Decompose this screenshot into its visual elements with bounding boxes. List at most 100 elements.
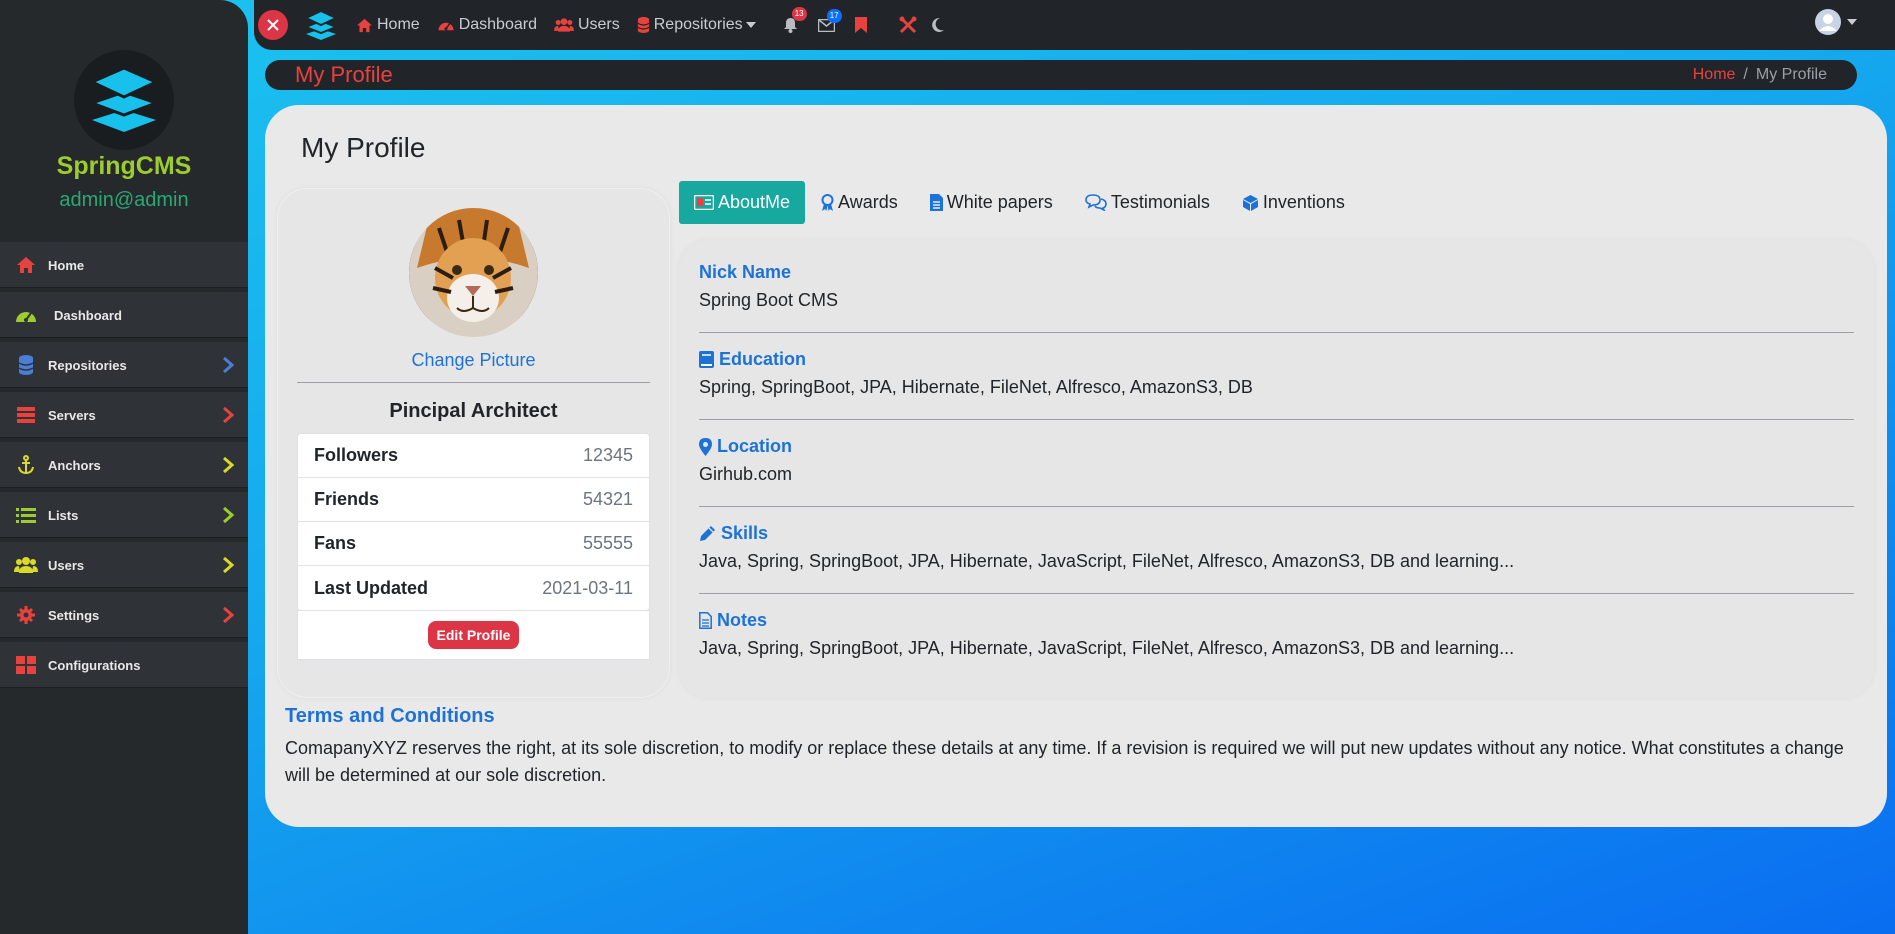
tab-label: Awards	[838, 192, 898, 212]
breadcrumb-home-link[interactable]: Home	[1693, 66, 1736, 83]
sidebar-item-users[interactable]: Users	[0, 542, 248, 588]
sidebar-item-label: Repositories	[48, 357, 127, 373]
tools-icon	[899, 16, 917, 34]
sidebar-item-dashboard[interactable]: Dashboard	[0, 292, 248, 338]
sidebar-item-label: Users	[48, 557, 85, 573]
stat-value: 54321	[582, 489, 633, 509]
logo-icon[interactable]	[74, 50, 174, 150]
stat-row-followers: Followers 12345	[298, 434, 649, 478]
stat-row-friends: Friends 54321	[298, 478, 649, 522]
sidebar-item-label: Home	[48, 257, 85, 273]
close-icon	[267, 19, 279, 31]
database-icon	[637, 17, 650, 33]
divider	[699, 593, 1854, 594]
profile-stats-list: Followers 12345 Friends 54321 Fans 55555…	[297, 433, 650, 611]
messages-button[interactable]: 17	[817, 8, 842, 32]
edit-profile-button[interactable]: Edit Profile	[427, 621, 520, 649]
tab-awards[interactable]: Awards	[805, 181, 914, 224]
sidebar-item-anchors[interactable]: Anchors	[0, 442, 248, 488]
field-label: Location	[699, 436, 1854, 457]
stat-label: Friends	[314, 489, 380, 509]
tab-inventions[interactable]: Inventions	[1226, 181, 1361, 224]
cube-icon	[1242, 194, 1258, 211]
caret-down-icon	[745, 22, 756, 28]
messages-badge: 17	[826, 8, 842, 23]
chevron-right-icon	[223, 506, 234, 524]
tab-label: AboutMe	[718, 192, 791, 212]
chevron-right-icon	[223, 406, 234, 424]
sidebar-item-lists[interactable]: Lists	[0, 492, 248, 538]
field-notes: Notes Java, Spring, SpringBoot, JPA, Hib…	[699, 610, 1854, 659]
field-label-text: Location	[717, 436, 792, 456]
tab-white-papers[interactable]: White papers	[914, 181, 1069, 224]
nav-repositories-label: Repositories	[653, 16, 743, 33]
edit-profile-container: Edit Profile	[297, 610, 650, 660]
sidebar-item-servers[interactable]: Servers	[0, 392, 248, 438]
field-label: Notes	[699, 610, 1854, 631]
terms-title: Terms and Conditions	[285, 705, 495, 727]
tab-aboutme[interactable]: AboutMe	[679, 181, 806, 224]
notifications-button[interactable]: 13	[783, 7, 807, 33]
brand: SpringCMS admin@admin	[0, 0, 248, 242]
id-card-icon	[694, 195, 714, 210]
notifications-badge: 13	[791, 7, 807, 21]
sidebar-item-repositories[interactable]: Repositories	[0, 342, 248, 388]
stat-value: 55555	[582, 533, 633, 553]
breadcrumb-separator: /	[1743, 66, 1748, 83]
chevron-right-icon	[223, 356, 234, 374]
field-value: Spring, SpringBoot, JPA, Hibernate, File…	[699, 377, 1253, 397]
file-icon	[929, 194, 943, 211]
divider	[699, 419, 1854, 420]
nav-home-link[interactable]: Home	[356, 16, 420, 34]
stat-row-last-updated: Last Updated 2021-03-11	[298, 566, 649, 610]
stat-value: 2021-03-11	[542, 577, 633, 598]
field-label-text: Education	[719, 349, 807, 369]
field-nick-name: Nick Name Spring Boot CMS	[699, 262, 1854, 333]
stat-label: Last Updated	[314, 577, 429, 598]
tab-testimonials[interactable]: Testimonials	[1069, 181, 1226, 224]
field-skills: Skills Java, Spring, SpringBoot, JPA, Hi…	[699, 523, 1854, 594]
sidebar-item-home[interactable]: Home	[0, 242, 248, 288]
nav-dashboard-link[interactable]: Dashboard	[437, 16, 537, 34]
book-icon	[699, 351, 714, 368]
bookmark-icon	[854, 17, 867, 33]
user-avatar-icon	[1815, 9, 1841, 35]
navbar-logo-icon[interactable]	[304, 9, 338, 41]
change-picture-link[interactable]: Change Picture	[277, 350, 670, 371]
users-icon	[553, 18, 574, 32]
award-icon	[821, 193, 834, 211]
user-menu-button[interactable]	[1815, 9, 1857, 35]
tab-label: White papers	[946, 192, 1053, 212]
comments-icon	[1085, 194, 1107, 211]
about-me-panel: Nick Name Spring Boot CMS Education Spri…	[679, 240, 1874, 698]
users-icon	[14, 555, 38, 575]
tools-button[interactable]	[899, 16, 917, 34]
home-icon	[14, 255, 38, 275]
file-text-icon	[699, 612, 712, 629]
field-label: Nick Name	[699, 262, 1854, 283]
sidebar-item-configurations[interactable]: Configurations	[0, 642, 248, 688]
moon-icon	[931, 17, 944, 32]
profile-card: My Profile Change Picture Pincipal Archi…	[265, 105, 1887, 827]
database-icon	[14, 355, 38, 375]
gear-icon	[14, 605, 38, 625]
stat-label: Fans	[314, 533, 357, 553]
dashboard-icon	[14, 305, 38, 325]
nav-repositories-dropdown[interactable]: Repositories	[637, 16, 760, 34]
nav-users-label: Users	[577, 16, 620, 33]
close-sidebar-button[interactable]	[258, 10, 288, 40]
theme-toggle-button[interactable]	[931, 17, 945, 33]
sidebar-item-settings[interactable]: Settings	[0, 592, 248, 638]
bookmark-button[interactable]	[854, 17, 867, 33]
field-label: Skills	[699, 523, 1854, 544]
divider	[297, 382, 650, 383]
sidebar: SpringCMS admin@admin Home Dashboard Rep…	[0, 0, 248, 934]
field-label: Education	[699, 349, 1854, 370]
stat-label: Followers	[314, 445, 399, 465]
brand-name: SpringCMS	[56, 152, 192, 180]
profile-summary-panel: Change Picture Pincipal Architect Follow…	[277, 188, 670, 698]
sidebar-item-label: Anchors	[48, 457, 101, 473]
profile-role: Pincipal Architect	[389, 400, 558, 422]
nav-users-link[interactable]: Users	[553, 16, 620, 34]
caret-down-icon	[1847, 19, 1857, 25]
